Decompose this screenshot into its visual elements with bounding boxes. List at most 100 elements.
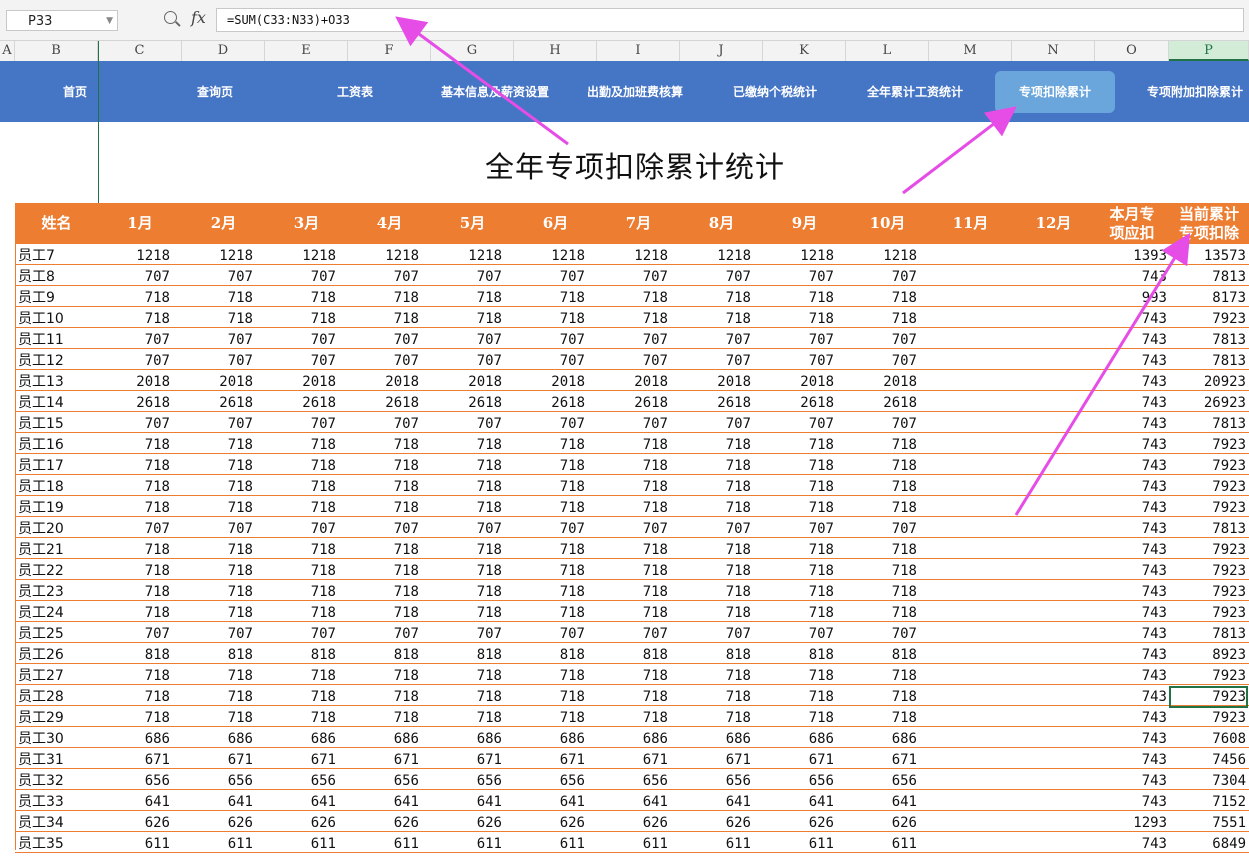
cell-month-5[interactable]: 641 bbox=[442, 790, 502, 810]
cell-cumulative-deduction[interactable]: 7813 bbox=[1175, 349, 1246, 369]
cell-month-2[interactable]: 718 bbox=[193, 685, 253, 705]
cell-month-7[interactable]: 641 bbox=[608, 790, 668, 810]
column-header-b[interactable]: B bbox=[15, 41, 98, 61]
cell-month-6[interactable]: 686 bbox=[525, 727, 585, 747]
cell-month-10[interactable]: 707 bbox=[857, 517, 917, 537]
column-header-m[interactable]: M bbox=[929, 41, 1012, 61]
cell-month-1[interactable]: 656 bbox=[110, 769, 170, 789]
cell-month-1[interactable]: 707 bbox=[110, 517, 170, 537]
cell-month-9[interactable]: 2618 bbox=[774, 391, 834, 411]
cell-month-4[interactable]: 718 bbox=[359, 433, 419, 453]
cell-name[interactable]: 员工28 bbox=[18, 685, 64, 705]
cell-month-5[interactable]: 718 bbox=[442, 559, 502, 579]
cell-month-5[interactable]: 718 bbox=[442, 496, 502, 516]
cell-month-9[interactable]: 718 bbox=[774, 580, 834, 600]
cell-month-7[interactable]: 707 bbox=[608, 412, 668, 432]
cell-current-deduction[interactable]: 743 bbox=[1107, 622, 1167, 642]
nav-button-1[interactable]: 首页 bbox=[30, 71, 120, 113]
cell-month-6[interactable]: 641 bbox=[525, 790, 585, 810]
cell-current-deduction[interactable]: 743 bbox=[1107, 706, 1167, 726]
cell-month-2[interactable]: 718 bbox=[193, 433, 253, 453]
cell-month-10[interactable]: 1218 bbox=[857, 244, 917, 264]
cell-month-6[interactable]: 718 bbox=[525, 454, 585, 474]
cell-month-8[interactable]: 626 bbox=[691, 811, 751, 831]
cell-month-1[interactable]: 718 bbox=[110, 475, 170, 495]
cell-month-2[interactable]: 707 bbox=[193, 517, 253, 537]
cell-cumulative-deduction[interactable]: 7813 bbox=[1175, 265, 1246, 285]
cell-month-3[interactable]: 641 bbox=[276, 790, 336, 810]
cell-cumulative-deduction[interactable]: 7923 bbox=[1175, 538, 1246, 558]
cell-month-10[interactable]: 718 bbox=[857, 706, 917, 726]
cell-month-9[interactable]: 718 bbox=[774, 433, 834, 453]
cell-month-5[interactable]: 656 bbox=[442, 769, 502, 789]
cell-month-4[interactable]: 718 bbox=[359, 580, 419, 600]
cell-month-8[interactable]: 656 bbox=[691, 769, 751, 789]
cell-month-7[interactable]: 707 bbox=[608, 328, 668, 348]
cell-month-6[interactable]: 718 bbox=[525, 307, 585, 327]
cell-cumulative-deduction[interactable]: 7923 bbox=[1175, 454, 1246, 474]
cell-month-3[interactable]: 718 bbox=[276, 454, 336, 474]
cell-month-4[interactable]: 611 bbox=[359, 832, 419, 852]
cell-month-6[interactable]: 2018 bbox=[525, 370, 585, 390]
header-cell-8[interactable]: 7月 bbox=[597, 203, 680, 244]
cell-month-8[interactable]: 718 bbox=[691, 559, 751, 579]
cell-month-8[interactable]: 718 bbox=[691, 454, 751, 474]
cell-month-9[interactable]: 656 bbox=[774, 769, 834, 789]
column-header-n[interactable]: N bbox=[1012, 41, 1095, 61]
cell-current-deduction[interactable]: 743 bbox=[1107, 307, 1167, 327]
cell-month-9[interactable]: 671 bbox=[774, 748, 834, 768]
cell-month-10[interactable]: 818 bbox=[857, 643, 917, 663]
column-header-p[interactable]: P bbox=[1169, 41, 1249, 61]
cell-month-4[interactable]: 718 bbox=[359, 475, 419, 495]
cell-month-2[interactable]: 718 bbox=[193, 706, 253, 726]
cell-month-4[interactable]: 718 bbox=[359, 286, 419, 306]
cell-month-7[interactable]: 718 bbox=[608, 454, 668, 474]
cell-month-1[interactable]: 818 bbox=[110, 643, 170, 663]
cell-month-9[interactable]: 707 bbox=[774, 328, 834, 348]
cell-month-6[interactable]: 611 bbox=[525, 832, 585, 852]
cell-current-deduction[interactable]: 743 bbox=[1107, 832, 1167, 852]
cell-month-9[interactable]: 707 bbox=[774, 412, 834, 432]
cell-month-3[interactable]: 718 bbox=[276, 538, 336, 558]
cell-month-2[interactable]: 818 bbox=[193, 643, 253, 663]
cell-cumulative-deduction[interactable]: 7923 bbox=[1175, 580, 1246, 600]
cell-month-3[interactable]: 818 bbox=[276, 643, 336, 663]
cell-month-4[interactable]: 626 bbox=[359, 811, 419, 831]
cell-month-5[interactable]: 707 bbox=[442, 328, 502, 348]
cell-month-1[interactable]: 1218 bbox=[110, 244, 170, 264]
header-cell-2[interactable]: 1月 bbox=[98, 203, 182, 244]
cell-month-6[interactable]: 718 bbox=[525, 664, 585, 684]
cell-month-1[interactable]: 611 bbox=[110, 832, 170, 852]
cell-month-3[interactable]: 718 bbox=[276, 496, 336, 516]
cell-month-5[interactable]: 2618 bbox=[442, 391, 502, 411]
cell-month-7[interactable]: 656 bbox=[608, 769, 668, 789]
cell-month-7[interactable]: 718 bbox=[608, 559, 668, 579]
cell-month-6[interactable]: 626 bbox=[525, 811, 585, 831]
column-header-h[interactable]: H bbox=[514, 41, 597, 61]
column-header-j[interactable]: J bbox=[680, 41, 763, 61]
cell-month-8[interactable]: 718 bbox=[691, 307, 751, 327]
cell-month-3[interactable]: 686 bbox=[276, 727, 336, 747]
cell-month-9[interactable]: 718 bbox=[774, 601, 834, 621]
cell-month-2[interactable]: 718 bbox=[193, 580, 253, 600]
cell-month-4[interactable]: 718 bbox=[359, 601, 419, 621]
cell-month-3[interactable]: 611 bbox=[276, 832, 336, 852]
cell-month-6[interactable]: 707 bbox=[525, 622, 585, 642]
cell-month-5[interactable]: 718 bbox=[442, 454, 502, 474]
cell-month-1[interactable]: 626 bbox=[110, 811, 170, 831]
cell-month-2[interactable]: 718 bbox=[193, 307, 253, 327]
cell-current-deduction[interactable]: 743 bbox=[1107, 496, 1167, 516]
cell-current-deduction[interactable]: 743 bbox=[1107, 769, 1167, 789]
cell-month-10[interactable]: 718 bbox=[857, 433, 917, 453]
cell-month-8[interactable]: 718 bbox=[691, 664, 751, 684]
cell-month-6[interactable]: 707 bbox=[525, 349, 585, 369]
cell-month-1[interactable]: 707 bbox=[110, 622, 170, 642]
header-cell-5[interactable]: 4月 bbox=[348, 203, 431, 244]
cell-month-8[interactable]: 1218 bbox=[691, 244, 751, 264]
cell-month-1[interactable]: 718 bbox=[110, 286, 170, 306]
cell-month-7[interactable]: 707 bbox=[608, 349, 668, 369]
cell-month-9[interactable]: 611 bbox=[774, 832, 834, 852]
cell-month-9[interactable]: 707 bbox=[774, 349, 834, 369]
cell-month-8[interactable]: 718 bbox=[691, 433, 751, 453]
cell-month-4[interactable]: 686 bbox=[359, 727, 419, 747]
